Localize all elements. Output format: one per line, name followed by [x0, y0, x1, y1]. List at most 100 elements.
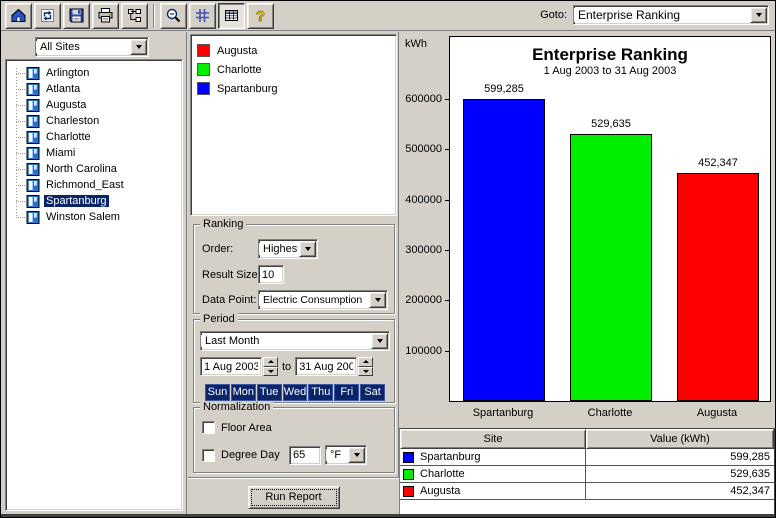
- spin-up-icon[interactable]: [263, 357, 278, 367]
- tree-item-augusta[interactable]: Augusta: [6, 97, 182, 113]
- y-tick-500000: 500000: [399, 143, 449, 155]
- day-toggle-sun[interactable]: Sun: [205, 384, 230, 401]
- degree-day-input[interactable]: [289, 446, 321, 465]
- tree-item-atlanta[interactable]: Atlanta: [6, 81, 182, 97]
- table-row-charlotte[interactable]: Charlotte529,635: [400, 466, 774, 483]
- tree-item-richmond-east[interactable]: Richmond_East: [6, 177, 182, 193]
- site-name: Augusta: [420, 485, 460, 497]
- toolbar-separator: [153, 4, 155, 28]
- day-toggle-mon[interactable]: Mon: [231, 384, 256, 401]
- y-tick-100000: 100000: [399, 345, 449, 357]
- run-report-button[interactable]: Run Report: [248, 486, 340, 509]
- day-toggle-sat[interactable]: Sat: [360, 384, 385, 401]
- home-button[interactable]: [5, 3, 32, 29]
- result-size-input[interactable]: [258, 265, 284, 284]
- site-icon: [26, 83, 41, 96]
- tree-view-icon: [126, 7, 143, 24]
- normalization-group: Normalization Floor Area Degree Day °F: [193, 407, 395, 473]
- start-date-spinner[interactable]: [263, 357, 278, 376]
- tree-branch-line: [16, 201, 25, 202]
- grid-button[interactable]: [189, 3, 216, 29]
- degree-day-label: Degree Day: [221, 449, 289, 461]
- legend-color-swatch: [197, 82, 210, 95]
- period-preset-arrow-icon[interactable]: [371, 333, 388, 349]
- help-button[interactable]: ?: [247, 3, 274, 29]
- table-row-spartanburg[interactable]: Spartanburg599,285: [400, 449, 774, 466]
- tree-item-label: Winston Salem: [44, 211, 122, 223]
- y-tick-300000: 300000: [399, 244, 449, 256]
- tree-item-spartanburg[interactable]: Spartanburg: [6, 193, 182, 209]
- table-header-site[interactable]: Site: [400, 429, 586, 449]
- value-cell: 529,635: [586, 466, 774, 482]
- day-toggle-thu[interactable]: Thu: [308, 384, 333, 401]
- day-toggle-fri[interactable]: Fri: [334, 384, 359, 401]
- sites-filter-value: All Sites: [36, 41, 129, 53]
- goto-dropdown-arrow-icon[interactable]: [750, 7, 767, 23]
- tree-item-label: Miami: [44, 147, 77, 159]
- goto-combobox-value: Enterprise Ranking: [574, 8, 749, 22]
- y-tick-label: 200000: [405, 294, 442, 306]
- legend-color-swatch: [197, 44, 210, 57]
- table-header-value-kwh-[interactable]: Value (kWh): [586, 429, 774, 449]
- order-combobox[interactable]: Highest: [258, 239, 318, 259]
- tree-view-button[interactable]: [121, 3, 148, 29]
- legend-color-swatch: [197, 63, 210, 76]
- spin-up-icon[interactable]: [358, 357, 373, 367]
- y-tick-label: 500000: [405, 143, 442, 155]
- floor-area-label: Floor Area: [221, 422, 272, 434]
- spin-down-icon[interactable]: [263, 367, 278, 377]
- end-date-spinner[interactable]: [358, 357, 373, 376]
- start-date-input[interactable]: [200, 357, 262, 376]
- tree-branch-line: [16, 89, 25, 90]
- site-cell: Augusta: [400, 483, 586, 499]
- print-button[interactable]: [92, 3, 119, 29]
- day-toggle-tue[interactable]: Tue: [257, 384, 282, 401]
- site-color-swatch: [403, 486, 414, 497]
- tree-item-label: Charlotte: [44, 131, 93, 143]
- site-cell: Charlotte: [400, 466, 586, 482]
- tree-branch-line: [16, 105, 25, 106]
- tree-item-label: Augusta: [44, 99, 88, 111]
- day-toggle-wed[interactable]: Wed: [283, 384, 308, 401]
- legend-item-spartanburg: Spartanburg: [197, 79, 396, 98]
- chart-bar-augusta: [677, 173, 759, 401]
- degree-day-checkbox[interactable]: [202, 449, 215, 462]
- degree-unit-combobox[interactable]: °F: [325, 445, 367, 465]
- zoom-out-button[interactable]: [160, 3, 187, 29]
- refresh-button[interactable]: [34, 3, 61, 29]
- bar-value-label-augusta: 452,347: [673, 157, 763, 169]
- site-cell: Spartanburg: [400, 449, 586, 465]
- y-tick-label: 400000: [405, 194, 442, 206]
- period-preset-combobox[interactable]: Last Month: [200, 331, 390, 351]
- tree-item-charlotte[interactable]: Charlotte: [6, 129, 182, 145]
- degree-unit-arrow-icon[interactable]: [348, 447, 365, 463]
- y-tick-200000: 200000: [399, 294, 449, 306]
- spin-down-icon[interactable]: [358, 367, 373, 377]
- end-date-input[interactable]: [295, 357, 357, 376]
- table-row-augusta[interactable]: Augusta452,347: [400, 483, 774, 500]
- sites-filter-arrow-icon[interactable]: [130, 39, 147, 55]
- chart-x-axis: SpartanburgCharlotteAugusta: [449, 407, 771, 423]
- date-range-row: to: [200, 357, 373, 376]
- tree-item-north-carolina[interactable]: North Carolina: [6, 161, 182, 177]
- order-arrow-icon[interactable]: [299, 241, 316, 257]
- tree-item-miami[interactable]: Miami: [6, 145, 182, 161]
- tree-branch-line: [16, 121, 25, 122]
- save-button[interactable]: [63, 3, 90, 29]
- toolbar-buttons: ?: [1, 3, 274, 29]
- data-point-arrow-icon[interactable]: [369, 292, 386, 308]
- goto-combobox[interactable]: Enterprise Ranking: [573, 5, 769, 25]
- sites-filter-combobox[interactable]: All Sites: [35, 37, 149, 57]
- site-icon: [26, 131, 41, 144]
- table-view-button[interactable]: [218, 3, 245, 29]
- data-point-combobox[interactable]: Electric Consumption: [258, 290, 388, 310]
- table-view-icon: [223, 7, 240, 24]
- date-to-label: to: [282, 361, 291, 373]
- floor-area-row: Floor Area: [202, 421, 272, 434]
- tree-item-winston-salem[interactable]: Winston Salem: [6, 209, 182, 225]
- data-point-value: Electric Consumption: [259, 294, 368, 306]
- tree-item-charleston[interactable]: Charleston: [6, 113, 182, 129]
- tree-item-arlington[interactable]: Arlington: [6, 65, 182, 81]
- ranking-group: Ranking Order: Highest Result Size: Data…: [193, 224, 395, 314]
- floor-area-checkbox[interactable]: [202, 421, 215, 434]
